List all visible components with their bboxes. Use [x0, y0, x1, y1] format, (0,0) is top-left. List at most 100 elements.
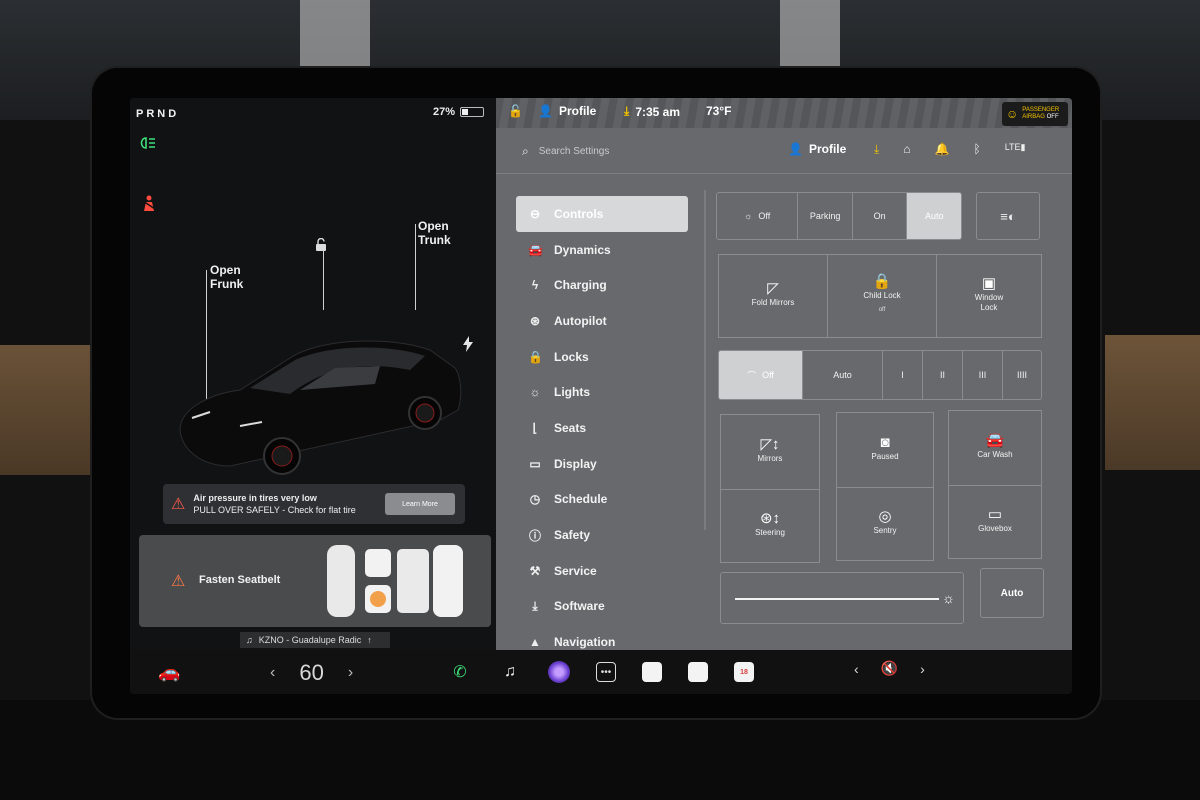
lock-icon: 🔒: [528, 349, 543, 364]
wiper-speed-4[interactable]: IIII: [1003, 351, 1041, 399]
lights-auto-option[interactable]: Auto: [907, 193, 961, 239]
climate-temperature: ‹ 60 ›: [270, 660, 353, 686]
clock-icon: ◷: [529, 492, 541, 507]
menu-item-label: Safety: [554, 528, 591, 543]
temp-down-icon[interactable]: ‹: [270, 664, 275, 682]
window-lock-icon: ▣: [981, 275, 997, 292]
settings-header: ⌕ Search Settings 👤 Profile ⤓ ⌂ 🔔 ᛒ LTE▮: [496, 130, 1072, 174]
unlock-icon[interactable]: [314, 237, 328, 255]
sentry-button[interactable]: ◎ Sentry: [836, 487, 934, 561]
steering-adjust-button[interactable]: ⊛↕ Steering: [720, 489, 820, 563]
battery-percent: 27%: [432, 106, 455, 118]
brightness-sun-icon: ☼: [942, 590, 955, 606]
menu-item-label: Autopilot: [554, 313, 607, 328]
now-playing-station: KZNO - Guadalupe Radic: [258, 635, 362, 645]
wiper-off-option[interactable]: ⌒ Off: [719, 351, 803, 399]
menu-item-label: Dynamics: [554, 242, 611, 257]
menu-item-locks[interactable]: 🔒 Locks: [516, 339, 688, 375]
nav-icon: ▲: [529, 635, 541, 650]
menu-item-display[interactable]: ▭ Display: [516, 446, 688, 482]
mute-icon[interactable]: 🔇: [881, 660, 898, 677]
menu-item-label: Locks: [554, 349, 589, 364]
profile-button[interactable]: 👤 Profile: [788, 142, 846, 156]
lights-off-label: Off: [758, 211, 771, 221]
brightness-auto-button[interactable]: Auto: [980, 568, 1044, 618]
menu-item-autopilot[interactable]: ⊛ Autopilot: [516, 303, 688, 339]
menu-item-label: Display: [554, 456, 597, 471]
wiper-speed-3[interactable]: III: [963, 351, 1003, 399]
menu-item-label: Service: [554, 563, 597, 578]
notification-bell-icon[interactable]: 🔔: [935, 142, 950, 157]
person-icon: 👤: [538, 104, 553, 118]
background-pillar: [300, 0, 370, 70]
calendar-icon[interactable]: 18: [734, 662, 754, 682]
lights-on-option[interactable]: On: [853, 193, 908, 239]
camera-app-icon[interactable]: [548, 661, 570, 683]
lights-parking-option[interactable]: Parking: [798, 193, 853, 239]
car-status-panel: PRND 27% Open Frunk Open Trunk ⚠ Air pre…: [130, 98, 496, 650]
child-lock-button[interactable]: 🔒 Child Lock off: [827, 254, 937, 338]
wiper-selector[interactable]: ⌒ Off Auto I II III IIII: [718, 350, 1042, 400]
temp-up-icon[interactable]: ›: [348, 664, 353, 682]
open-frunk-button[interactable]: Open Frunk: [210, 263, 243, 291]
topbar-lock-icon[interactable]: 🔓: [508, 104, 523, 118]
volume-up-icon[interactable]: ›: [920, 661, 925, 677]
app-launcher: ✆ ♫ ••• 18: [448, 660, 754, 684]
search-input[interactable]: Search Settings: [539, 146, 610, 157]
volume-down-icon[interactable]: ‹: [854, 661, 859, 677]
battery-fill: [462, 109, 468, 115]
passenger-seatbelt-icon: [370, 591, 386, 607]
media-player-bar[interactable]: ♫ KZNO - Guadalupe Radic ↑: [240, 632, 390, 648]
menu-item-seats[interactable]: ⌊ Seats: [516, 410, 688, 446]
topbar-clock: ⤓ 7:35 am: [624, 104, 680, 119]
homelink-icon[interactable]: ⌂: [903, 142, 910, 157]
menu-item-dynamics[interactable]: 🚘 Dynamics: [516, 232, 688, 268]
music-icon[interactable]: ♫: [498, 660, 522, 684]
battery-icon: [460, 107, 484, 117]
airbag-line-2: AIRBAG: [1022, 114, 1045, 120]
search-settings[interactable]: ⌕ Search Settings: [522, 144, 609, 159]
auto-high-beam-button[interactable]: ≡◐: [976, 192, 1040, 240]
fold-mirrors-label: Fold Mirrors: [751, 298, 795, 307]
display-brightness-slider[interactable]: ☼: [720, 572, 964, 624]
window-lock-button[interactable]: ▣ Window Lock: [936, 254, 1042, 338]
more-apps-icon[interactable]: •••: [596, 662, 616, 682]
app-tile-icon[interactable]: [642, 662, 662, 682]
wiper-speed-2[interactable]: II: [923, 351, 963, 399]
menu-scrollbar[interactable]: [704, 190, 706, 530]
lights-off-option[interactable]: ☼ Off: [717, 193, 799, 239]
open-trunk-button[interactable]: Open Trunk: [418, 219, 451, 247]
menu-item-charging[interactable]: ϟ Charging: [516, 267, 688, 303]
sentry-label: Sentry: [873, 526, 897, 535]
headlights-selector[interactable]: ☼ Off Parking On Auto: [716, 192, 962, 240]
menu-item-software[interactable]: ⤓ Software: [516, 589, 688, 625]
fold-mirrors-button[interactable]: ◸ Fold Mirrors: [718, 254, 828, 338]
download-icon[interactable]: ⤓: [874, 142, 879, 157]
menu-item-lights[interactable]: ☼ Lights: [516, 374, 688, 410]
menu-item-schedule[interactable]: ◷ Schedule: [516, 482, 688, 518]
app-tile-icon[interactable]: [688, 662, 708, 682]
bulb-icon: ☼: [529, 385, 541, 400]
dashcam-button[interactable]: ◙ Paused: [836, 412, 934, 488]
car-menu-icon[interactable]: 🚗: [158, 662, 180, 683]
glovebox-button[interactable]: ▭ Glovebox: [948, 485, 1042, 559]
wiper-speed-1[interactable]: I: [883, 351, 923, 399]
phone-icon[interactable]: ✆: [448, 660, 472, 684]
bluetooth-icon[interactable]: ᛒ: [974, 142, 981, 157]
cabin-temperature[interactable]: 60: [299, 660, 323, 686]
learn-more-button[interactable]: Learn More: [385, 493, 455, 515]
child-lock-label: Child Lock: [863, 291, 901, 300]
toggle-icon: ⊖: [529, 206, 541, 221]
expand-up-icon[interactable]: ↑: [367, 635, 372, 645]
bottom-dock: 🚗 ‹ 60 › ✆ ♫ ••• 18 ‹ 🔇 ›: [130, 650, 1072, 694]
topbar-profile[interactable]: 👤 Profile: [538, 104, 596, 118]
menu-item-service[interactable]: ⚒ Service: [516, 553, 688, 589]
menu-item-controls[interactable]: ⊖ Controls: [516, 196, 688, 232]
wiper-auto-option[interactable]: Auto: [803, 351, 883, 399]
car-wash-button[interactable]: 🚘 Car Wash: [948, 410, 1042, 486]
download-icon: ⤓: [532, 598, 538, 613]
menu-item-safety[interactable]: ⓘ Safety: [516, 517, 688, 553]
window-lock-label-1: Window: [974, 293, 1004, 302]
brightness-track[interactable]: [735, 598, 939, 600]
mirrors-adjust-button[interactable]: ◸↕ Mirrors: [720, 414, 820, 490]
